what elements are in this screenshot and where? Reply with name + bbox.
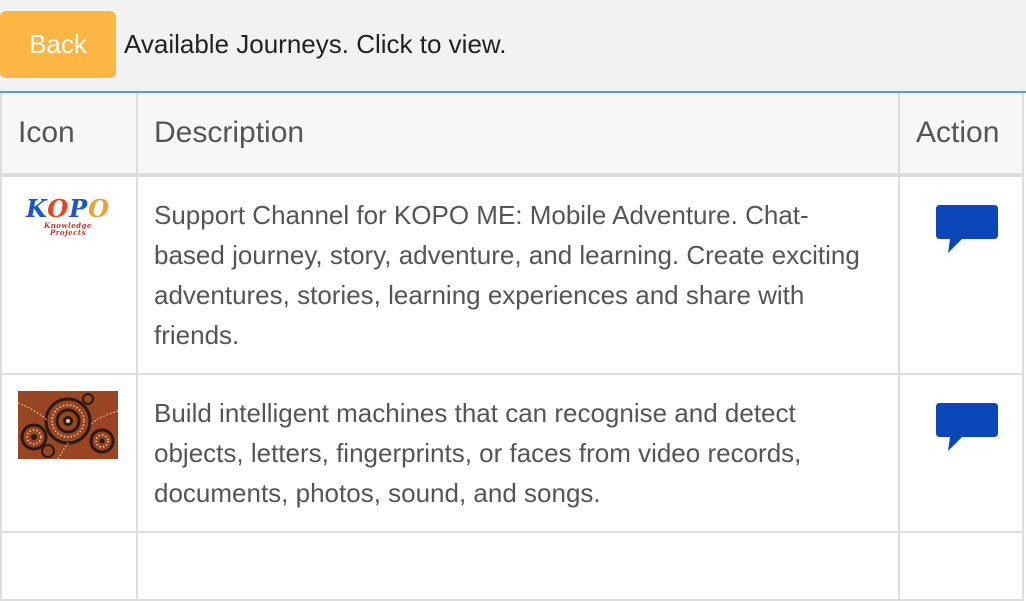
- column-header-icon: Icon: [1, 93, 138, 177]
- chat-bubble-icon[interactable]: [936, 205, 998, 263]
- column-header-action: Action: [899, 93, 1023, 177]
- aboriginal-dot-art-thumbnail: [18, 391, 118, 459]
- chat-bubble-icon[interactable]: [936, 403, 998, 461]
- back-button[interactable]: Back: [0, 11, 116, 78]
- journey-icon-cell: [1, 532, 138, 601]
- journey-action-cell: [899, 175, 1023, 375]
- table-row[interactable]: KOPO Knowledge Projects Support Channel …: [1, 175, 1023, 375]
- journey-description: Build intelligent machines that can reco…: [137, 374, 900, 533]
- journey-action-cell: [899, 374, 1023, 533]
- table-row[interactable]: [1, 532, 1023, 601]
- journey-icon-cell: [1, 374, 138, 533]
- page-title: Available Journeys. Click to view.: [124, 29, 507, 59]
- table-row[interactable]: Build intelligent machines that can reco…: [1, 374, 1023, 533]
- table-header-row: Icon Description Action: [1, 93, 1023, 177]
- journey-description: [137, 532, 900, 601]
- journey-icon-cell: KOPO Knowledge Projects: [1, 175, 138, 375]
- column-header-description: Description: [137, 93, 900, 177]
- kopo-logo-subtext: Knowledge Projects: [44, 221, 92, 237]
- journeys-table: Icon Description Action KOPO Knowledge P…: [0, 93, 1024, 601]
- kopo-logo-text: KOPO: [26, 194, 111, 223]
- top-bar: Back Available Journeys. Click to view.: [0, 0, 1026, 93]
- kopo-logo: KOPO Knowledge Projects: [26, 194, 111, 237]
- journey-description: Support Channel for KOPO ME: Mobile Adve…: [137, 175, 900, 375]
- journey-action-cell: [899, 532, 1023, 601]
